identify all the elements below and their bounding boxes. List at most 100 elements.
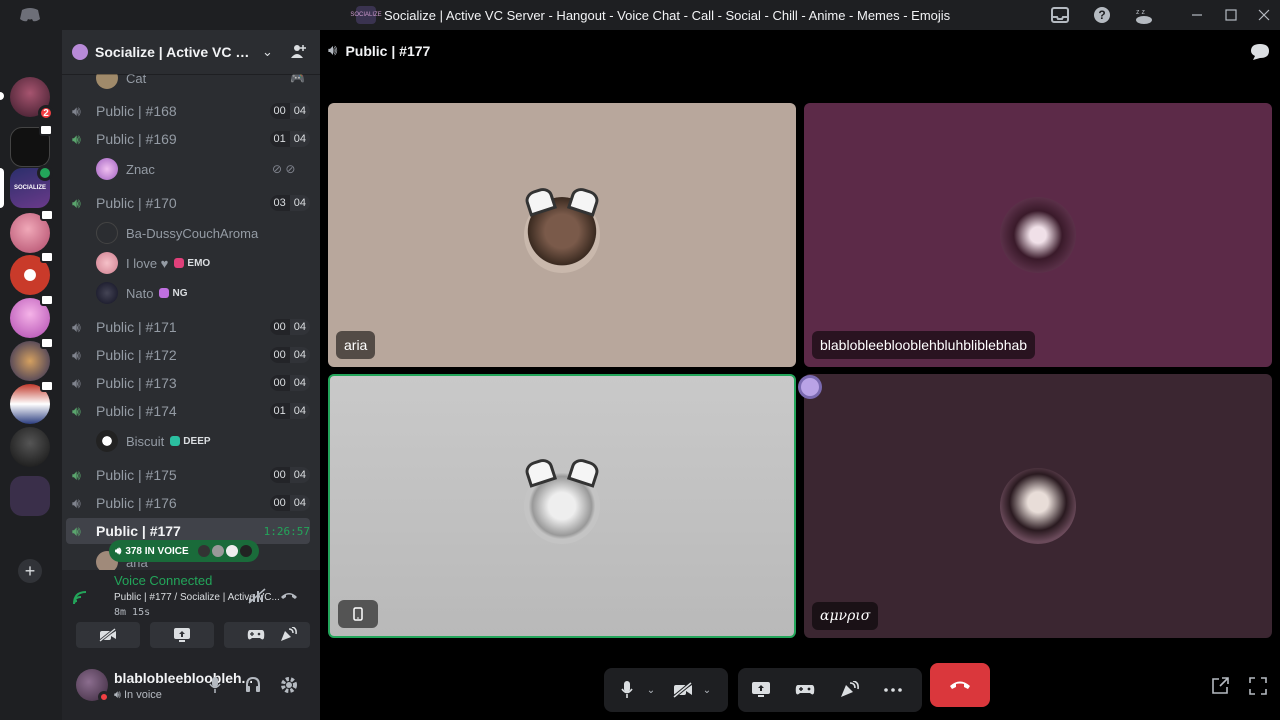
server-header[interactable]: Socialize | Active VC S... ⌄ (62, 30, 320, 74)
close-window-icon[interactable] (1253, 4, 1275, 26)
stage-channel-name: Public | #177 (345, 42, 431, 59)
member-name: Znac (126, 161, 155, 177)
user-count: 03 04 (269, 195, 310, 211)
minimize-icon[interactable] (1186, 4, 1208, 26)
user-panel: blablobleebloobleh... 🔊︎ In voice (62, 660, 320, 720)
voice-active-badge-icon (37, 165, 53, 181)
chat-bubble-icon[interactable] (1250, 42, 1272, 64)
user-count: 00 04 (269, 375, 310, 391)
more-options-icon[interactable] (878, 675, 908, 705)
speaker-badge-icon (40, 209, 54, 221)
share-screen-button[interactable] (746, 675, 776, 705)
user-count-limit: 04 (289, 131, 310, 147)
voice-channel[interactable]: 🔊︎ Public | #176 00 04 (66, 490, 310, 516)
chevron-down-icon[interactable]: ⌄ (642, 685, 660, 696)
maximize-icon[interactable] (1220, 4, 1242, 26)
sleep-mascot-icon[interactable]: z z (1134, 5, 1154, 25)
avatar (224, 544, 239, 558)
user-count: 01 04 (269, 403, 310, 419)
discord-logo-icon (18, 7, 42, 23)
channel-name: Public | #169 (96, 131, 177, 147)
server-tag-label: NG (172, 287, 188, 299)
user-count-limit: 04 (289, 347, 310, 363)
speaker-icon: 🔊︎ (328, 42, 338, 59)
voice-member[interactable]: Nato NG (96, 281, 187, 305)
user-count-limit: 04 (289, 195, 310, 211)
user-count-limit: 04 (289, 375, 310, 391)
user-count-limit: 04 (289, 403, 310, 419)
member-name: Nato (126, 285, 154, 301)
noise-suppression-icon[interactable] (248, 588, 266, 607)
user-count-current: 00 (269, 467, 290, 483)
guild-folder[interactable] (10, 476, 50, 516)
voice-status[interactable]: Voice Connected (114, 573, 212, 588)
disconnect-icon[interactable] (280, 588, 298, 604)
voice-channel[interactable]: 🔊︎ Public | #175 00 04 (66, 462, 310, 488)
camera-off-button[interactable] (76, 622, 140, 648)
popout-icon[interactable] (1208, 674, 1232, 698)
title-bar: SOCIALIZE Socialize | Active VC Server -… (0, 0, 1280, 30)
guild-5[interactable] (10, 251, 54, 295)
svg-text:?: ? (1098, 8, 1105, 22)
activities-button[interactable] (790, 675, 820, 705)
voice-member[interactable]: I love ♥ EMO (96, 251, 210, 275)
participant-tile[interactable]: blablobleeblooblehbluhbliblebhab (804, 103, 1272, 367)
user-avatar[interactable] (76, 669, 110, 703)
voice-channel[interactable]: 🔊︎ Public | #173 00 04 (66, 370, 310, 396)
member-name: I love ♥ (126, 255, 169, 271)
voice-channel[interactable]: 🔊︎ Public | #172 00 04 (66, 342, 310, 368)
guild-7[interactable] (10, 337, 54, 381)
signal-strength-icon[interactable] (72, 590, 88, 609)
speaker-icon: 🔊︎ (72, 374, 81, 391)
channel-name: Public | #175 (96, 467, 177, 483)
settings-gear-icon[interactable] (278, 674, 300, 696)
guild-2[interactable] (10, 124, 53, 167)
channel-name: Public | #174 (96, 403, 177, 419)
soundboard-button[interactable] (834, 675, 864, 705)
voice-member[interactable]: Ba-DussyCouchAroma (96, 221, 258, 245)
voice-member[interactable]: Znac ⊘ ⊘ (96, 157, 295, 181)
user-count: 01 04 (269, 131, 310, 147)
user-count-current: 00 (269, 495, 290, 511)
voice-channel[interactable]: 🔊︎ Public | #169 01 04 (66, 126, 310, 152)
channel-name: Public | #177 (96, 523, 181, 539)
user-count: 00 04 (269, 319, 310, 335)
guild-list: 2 SOCIALIZE + (0, 30, 62, 720)
share-screen-button[interactable] (150, 622, 214, 648)
guild-6[interactable] (10, 294, 54, 338)
soundboard-button[interactable] (266, 622, 310, 648)
inbox-icon[interactable] (1050, 5, 1070, 25)
add-server-button[interactable]: + (18, 559, 42, 583)
participant-avatar (1000, 197, 1076, 273)
camera-off-button[interactable] (668, 675, 698, 705)
participant-tile[interactable]: aria (328, 103, 796, 367)
headphones-button[interactable] (242, 674, 264, 696)
disconnect-call-button[interactable] (930, 663, 990, 707)
in-voice-pill[interactable]: 🔊︎ 378 IN VOICE (109, 540, 259, 562)
fullscreen-icon[interactable] (1246, 674, 1270, 698)
voice-member[interactable]: Biscuit DEEP (96, 429, 211, 453)
guild-4[interactable] (10, 209, 54, 253)
microphone-button[interactable] (204, 674, 226, 696)
chevron-down-icon[interactable]: ⌄ (698, 685, 716, 696)
voice-channel[interactable]: 🔊︎ Public | #170 03 04 (66, 190, 310, 216)
guild-1[interactable]: 2 (10, 77, 54, 121)
participant-tile[interactable]: αμνρισ (804, 374, 1272, 638)
user-name[interactable]: blablobleebloobleh... (114, 670, 252, 686)
participant-tile-speaking[interactable] (328, 374, 796, 638)
server-tag-label: EMO (187, 257, 211, 269)
user-status: 🔊︎ In voice (114, 689, 162, 701)
help-icon[interactable]: ? (1092, 5, 1112, 25)
voice-channel[interactable]: 🔊︎ Public | #168 00 04 (66, 98, 310, 124)
voice-channel[interactable]: 🔊︎ Public | #171 00 04 (66, 314, 310, 340)
microphone-button[interactable] (612, 675, 642, 705)
guild-9[interactable] (10, 427, 50, 467)
invite-people-icon[interactable] (290, 43, 306, 62)
speaker-badge-icon (40, 294, 54, 306)
user-count-limit: 04 (289, 319, 310, 335)
guild-8[interactable] (10, 380, 54, 424)
guild-socialize[interactable]: SOCIALIZE (10, 165, 53, 208)
voice-channel[interactable]: 🔊︎ Public | #174 01 04 (66, 398, 310, 424)
speaker-icon: 🔊︎ (72, 402, 81, 419)
chevron-down-icon[interactable]: ⌄ (262, 44, 273, 60)
